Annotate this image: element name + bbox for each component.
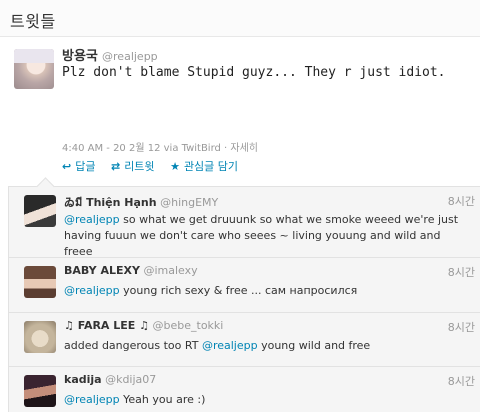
timestamp[interactable]: 8시간 <box>448 319 475 335</box>
retweet-label: 리트윗 <box>124 160 155 173</box>
handle[interactable]: @bebe_tokki <box>153 319 224 332</box>
display-name[interactable]: ゐมี Thiện Hạnh <box>64 196 157 209</box>
star-icon: ★ <box>170 160 180 173</box>
reply-author[interactable]: ゐมี Thiện Hạnh @hingEMY <box>64 193 218 211</box>
reply-item[interactable]: BABY ALEXY @imalexy 8시간 @realjepp young … <box>9 258 480 313</box>
favorite-button[interactable]: ★ 관심글 담기 <box>170 158 238 174</box>
avatar[interactable] <box>24 321 56 353</box>
reply-author[interactable]: BABY ALEXY @imalexy <box>64 264 198 277</box>
tweet-meta[interactable]: 4:40 AM - 20 2월 12 via TwitBird · 자세히 <box>62 139 258 154</box>
handle[interactable]: @imalexy <box>143 264 197 277</box>
timestamp[interactable]: 8시간 <box>448 264 475 280</box>
mention-link[interactable]: @realjepp <box>64 284 120 297</box>
avatar[interactable] <box>24 195 56 227</box>
reply-text: @realjepp so what we get druuunk so what… <box>64 213 459 258</box>
replies-panel: ゐมี Thiện Hạnh @hingEMY 8시간 @realjepp so… <box>8 177 480 412</box>
main-tweet-author[interactable]: 방용국 @realjepp <box>62 45 158 64</box>
reply-author[interactable]: kadija @kdija07 <box>64 373 156 386</box>
timestamp[interactable]: 8시간 <box>448 193 475 209</box>
handle[interactable]: @kdija07 <box>105 373 156 386</box>
reply-arrow-icon: ↩ <box>62 160 72 173</box>
display-name[interactable]: BABY ALEXY <box>64 264 140 277</box>
reply-label: 답글 <box>75 160 96 173</box>
mention-link[interactable]: @realjepp <box>202 339 258 352</box>
page-header: 트윗들 <box>0 0 480 37</box>
display-name[interactable]: kadija <box>64 373 102 386</box>
mention-link[interactable]: @realjepp <box>64 213 120 226</box>
reply-author[interactable]: ♫ FARA LEE ♫ @bebe_tokki <box>64 319 223 332</box>
favorite-label: 관심글 담기 <box>183 160 239 173</box>
avatar[interactable] <box>24 375 56 407</box>
reply-text: @realjepp young rich sexy & free ... сам… <box>64 284 358 297</box>
timestamp[interactable]: 8시간 <box>448 373 475 389</box>
reply-item[interactable]: ゐมี Thiện Hạnh @hingEMY 8시간 @realjepp so… <box>9 187 480 258</box>
tweet-text: Plz don't blame Stupid guyz... They r ju… <box>62 65 446 80</box>
display-name[interactable]: ♫ FARA LEE ♫ <box>64 319 149 332</box>
retweet-icon: ⇄ <box>110 160 121 173</box>
retweet-button[interactable]: ⇄ 리트윗 <box>111 158 155 174</box>
tweet-actions: ↩ 답글 ⇄ 리트윗 ★ 관심글 담기 <box>62 158 250 174</box>
avatar[interactable] <box>24 266 56 298</box>
handle[interactable]: @realjepp <box>102 50 158 63</box>
avatar[interactable] <box>14 49 54 89</box>
reply-button[interactable]: ↩ 답글 <box>62 158 95 174</box>
reply-item[interactable]: kadija @kdija07 8시간 @realjepp Yeah you a… <box>9 367 480 412</box>
mention-link[interactable]: @realjepp <box>64 393 120 406</box>
display-name[interactable]: 방용국 <box>62 49 98 64</box>
page-title: 트윗들 <box>10 12 56 31</box>
reply-text: @realjepp Yeah you are :) <box>64 393 206 406</box>
main-tweet: 방용국 @realjepp Plz don't blame Stupid guy… <box>0 37 480 186</box>
reply-text: added dangerous too RT @realjepp young w… <box>64 339 371 352</box>
reply-item[interactable]: ♫ FARA LEE ♫ @bebe_tokki 8시간 added dange… <box>9 313 480 367</box>
handle[interactable]: @hingEMY <box>160 196 218 209</box>
